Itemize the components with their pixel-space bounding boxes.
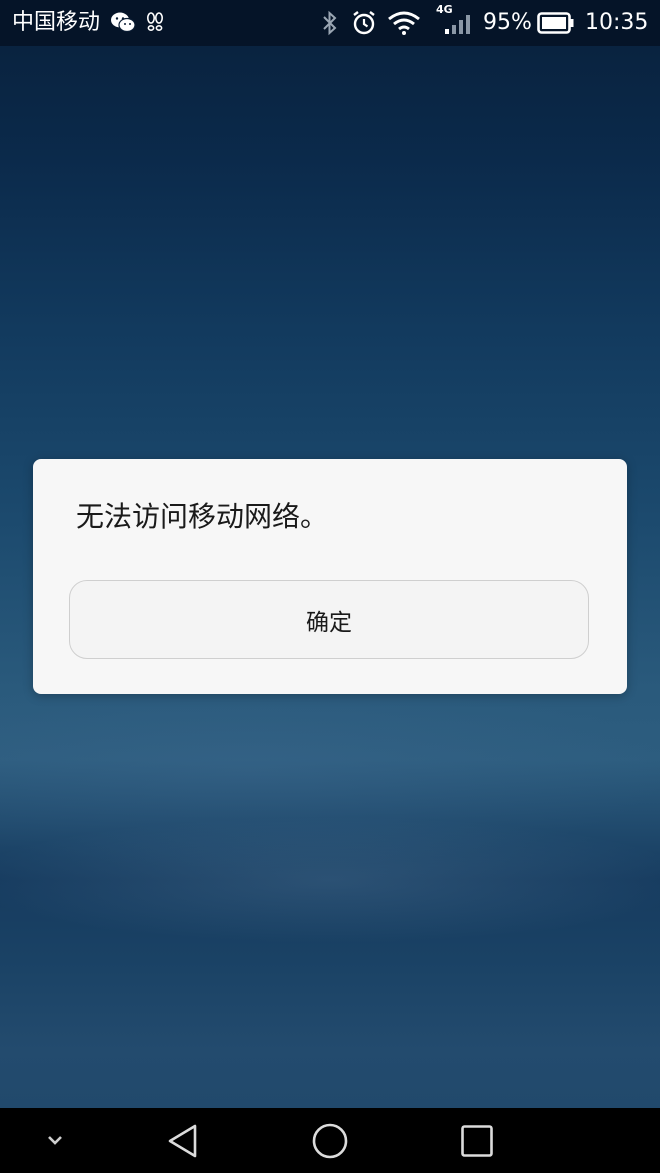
dialog-message: 无法访问移动网络。 — [76, 500, 329, 533]
back-icon[interactable] — [163, 1122, 203, 1160]
wifi-icon — [388, 11, 420, 35]
battery-percent: 95% — [483, 10, 532, 35]
battery-icon — [537, 12, 574, 34]
signal-icon — [445, 15, 470, 34]
bluetooth-icon — [323, 10, 337, 36]
collapse-icon[interactable] — [40, 1128, 70, 1152]
footprint-icon — [146, 12, 164, 32]
home-icon[interactable] — [310, 1122, 350, 1160]
status-bar: 中国移动 4G 95% 10:35 — [0, 0, 660, 46]
wechat-icon — [111, 12, 136, 33]
recents-icon[interactable] — [457, 1122, 497, 1160]
alarm-icon — [353, 11, 375, 35]
network-error-dialog: 无法访问移动网络。 确定 — [33, 459, 627, 694]
navigation-bar — [0, 1108, 660, 1173]
status-clock: 10:35 — [585, 10, 649, 35]
confirm-button[interactable]: 确定 — [69, 580, 589, 659]
carrier-name: 中国移动 — [12, 10, 101, 35]
